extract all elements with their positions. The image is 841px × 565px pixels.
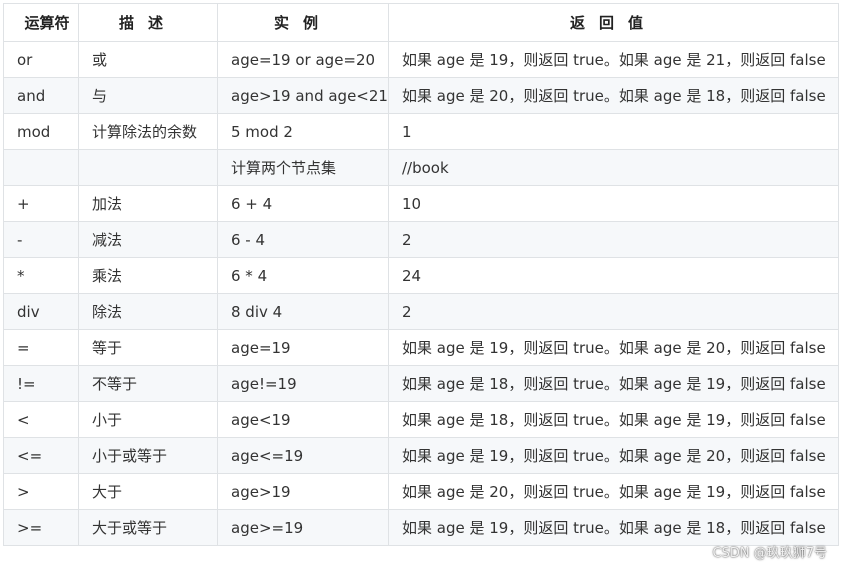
cell-operator: or bbox=[3, 41, 79, 78]
cell-operator: + bbox=[3, 185, 79, 222]
cell-operator: >= bbox=[3, 509, 79, 546]
cell-operator: div bbox=[3, 293, 79, 330]
table-row: 计算两个节点集 //book bbox=[3, 149, 839, 186]
cell-return-value: 如果 age 是 18，则返回 true。如果 age 是 19，则返回 fal… bbox=[388, 401, 839, 438]
table-row: < 小于 age<19 如果 age 是 18，则返回 true。如果 age … bbox=[3, 401, 839, 438]
cell-example: 8 div 4 bbox=[217, 293, 389, 330]
cell-description: 小于 bbox=[78, 401, 218, 438]
cell-return-value: 2 bbox=[388, 293, 839, 330]
cell-operator: mod bbox=[3, 113, 79, 150]
cell-example: age!=19 bbox=[217, 365, 389, 402]
cell-operator: < bbox=[3, 401, 79, 438]
cell-return-value: 如果 age 是 19，则返回 true。如果 age 是 21，则返回 fal… bbox=[388, 41, 839, 78]
cell-description: 乘法 bbox=[78, 257, 218, 294]
cell-description: 除法 bbox=[78, 293, 218, 330]
cell-example: age=19 bbox=[217, 329, 389, 366]
cell-operator: > bbox=[3, 473, 79, 510]
table-row: mod 计算除法的余数 5 mod 2 1 bbox=[3, 113, 839, 150]
header-description: 描述 bbox=[78, 3, 218, 42]
cell-description: 大于 bbox=[78, 473, 218, 510]
cell-description: 计算除法的余数 bbox=[78, 113, 218, 150]
cell-return-value: 24 bbox=[388, 257, 839, 294]
cell-return-value: 如果 age 是 19，则返回 true。如果 age 是 20，则返回 fal… bbox=[388, 329, 839, 366]
cell-description: 加法 bbox=[78, 185, 218, 222]
cell-operator: and bbox=[3, 77, 79, 114]
table-row: + 加法 6 + 4 10 bbox=[3, 185, 839, 222]
table-row: > 大于 age>19 如果 age 是 20，则返回 true。如果 age … bbox=[3, 473, 839, 510]
cell-operator: != bbox=[3, 365, 79, 402]
table-row: and 与 age>19 and age<21 如果 age 是 20，则返回 … bbox=[3, 77, 839, 114]
cell-return-value: 2 bbox=[388, 221, 839, 258]
cell-example: 5 mod 2 bbox=[217, 113, 389, 150]
table-row: = 等于 age=19 如果 age 是 19，则返回 true。如果 age … bbox=[3, 329, 839, 366]
cell-example: age=19 or age=20 bbox=[217, 41, 389, 78]
cell-example: 6 + 4 bbox=[217, 185, 389, 222]
cell-example: age>19 bbox=[217, 473, 389, 510]
table-row: or 或 age=19 or age=20 如果 age 是 19，则返回 tr… bbox=[3, 41, 839, 78]
cell-description bbox=[78, 149, 218, 186]
table-header-row: 运算符 描述 实例 返回值 bbox=[3, 3, 839, 42]
cell-return-value: 10 bbox=[388, 185, 839, 222]
table-body: or 或 age=19 or age=20 如果 age 是 19，则返回 tr… bbox=[3, 41, 839, 546]
cell-operator: = bbox=[3, 329, 79, 366]
cell-return-value: 如果 age 是 19，则返回 true。如果 age 是 18，则返回 fal… bbox=[388, 509, 839, 546]
table-row: >= 大于或等于 age>=19 如果 age 是 19，则返回 true。如果… bbox=[3, 509, 839, 546]
cell-operator bbox=[3, 149, 79, 186]
cell-operator: * bbox=[3, 257, 79, 294]
cell-operator: - bbox=[3, 221, 79, 258]
cell-description: 减法 bbox=[78, 221, 218, 258]
cell-operator: <= bbox=[3, 437, 79, 474]
cell-example: age<19 bbox=[217, 401, 389, 438]
cell-example: age>=19 bbox=[217, 509, 389, 546]
cell-description: 不等于 bbox=[78, 365, 218, 402]
cell-return-value: 如果 age 是 18，则返回 true。如果 age 是 19，则返回 fal… bbox=[388, 365, 839, 402]
cell-example: 6 - 4 bbox=[217, 221, 389, 258]
cell-description: 等于 bbox=[78, 329, 218, 366]
cell-description: 或 bbox=[78, 41, 218, 78]
header-return-value: 返回值 bbox=[388, 3, 839, 42]
header-example: 实例 bbox=[217, 3, 389, 42]
cell-return-value: 如果 age 是 19，则返回 true。如果 age 是 20，则返回 fal… bbox=[388, 437, 839, 474]
cell-description: 与 bbox=[78, 77, 218, 114]
cell-example: age<=19 bbox=[217, 437, 389, 474]
cell-return-value: 如果 age 是 20，则返回 true。如果 age 是 18，则返回 fal… bbox=[388, 77, 839, 114]
table-row: div 除法 8 div 4 2 bbox=[3, 293, 839, 330]
cell-example: 6 * 4 bbox=[217, 257, 389, 294]
cell-return-value: 1 bbox=[388, 113, 839, 150]
table-row: <= 小于或等于 age<=19 如果 age 是 19，则返回 true。如果… bbox=[3, 437, 839, 474]
table-row: != 不等于 age!=19 如果 age 是 18，则返回 true。如果 a… bbox=[3, 365, 839, 402]
operator-table: 运算符 描述 实例 返回值 or 或 age=19 or age=20 如果 a… bbox=[3, 3, 839, 546]
cell-description: 小于或等于 bbox=[78, 437, 218, 474]
cell-return-value: //book bbox=[388, 149, 839, 186]
cell-description: 大于或等于 bbox=[78, 509, 218, 546]
table-row: * 乘法 6 * 4 24 bbox=[3, 257, 839, 294]
cell-return-value: 如果 age 是 20，则返回 true。如果 age 是 19，则返回 fal… bbox=[388, 473, 839, 510]
cell-example: 计算两个节点集 bbox=[217, 149, 389, 186]
table-row: - 减法 6 - 4 2 bbox=[3, 221, 839, 258]
cell-example: age>19 and age<21 bbox=[217, 77, 389, 114]
header-operator: 运算符 bbox=[3, 3, 79, 42]
